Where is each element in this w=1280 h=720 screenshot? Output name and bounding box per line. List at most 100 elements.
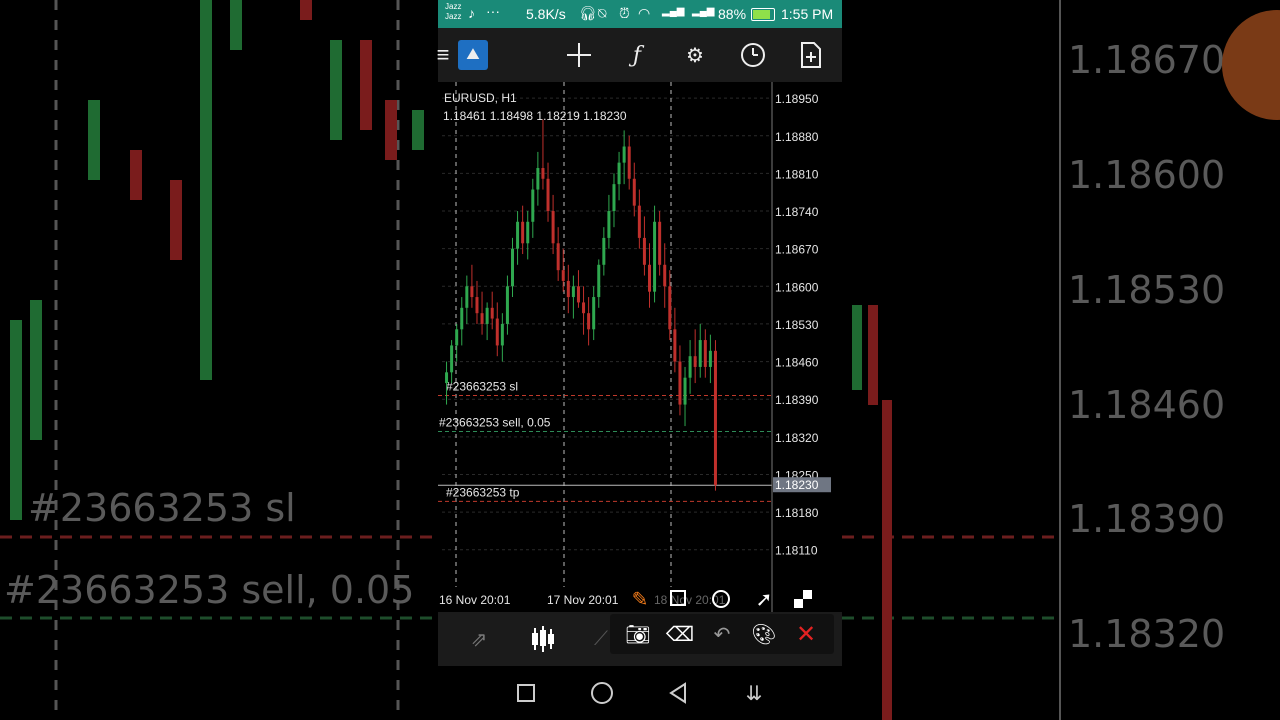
alarm-icon: ⏰︎ <box>619 5 630 21</box>
candle-body <box>648 264 651 292</box>
background-candle <box>200 0 212 380</box>
price-axis: 1.18950 1.18880 1.18810 1.18740 1.18670 1.186… <box>771 82 831 612</box>
signal-2g-icon: ▂▄▆ <box>692 6 715 17</box>
candle-body <box>703 340 707 367</box>
candle-body <box>531 189 535 222</box>
crosshair-icon[interactable] <box>562 38 596 72</box>
undo-icon[interactable]: ↶ <box>708 620 736 648</box>
pen-icon[interactable]: ✎ <box>628 586 652 612</box>
candle-body <box>495 318 499 346</box>
chart-canvas[interactable]: #23663253 sl #23663253 sell, 0.05 #2366325… <box>438 82 842 612</box>
phone-screen: Jazz Jazz ♪ ··· 5.8K/s 🎧︎ ⍉ ⏰︎ ◠ ▂▄▆ ▂▄▆… <box>437 0 842 720</box>
candle-body <box>460 307 464 330</box>
notification-pull-icon[interactable]: ⇊ <box>740 679 768 707</box>
battery-percent: 88% <box>718 6 747 22</box>
music-note-icon: ♪ <box>468 5 475 21</box>
background-sell-label: #23663253 sell, 0.05 <box>4 568 415 612</box>
candle-body <box>541 168 545 179</box>
candle-body <box>637 205 641 238</box>
candle-body <box>678 361 682 405</box>
candle-body <box>566 280 570 298</box>
mosaic-icon[interactable] <box>794 590 812 608</box>
candle-body <box>607 211 611 238</box>
headphones-icon: 🎧︎ <box>579 5 597 21</box>
palette-icon[interactable]: 🎨︎ <box>750 620 778 648</box>
candle-body <box>587 313 591 330</box>
candle-body <box>475 297 479 314</box>
close-icon[interactable]: ✕ <box>792 620 820 648</box>
price-tick: 1.18880 <box>775 130 819 144</box>
background-right-panel: 1.18670 1.18600 1.18530 1.18460 1.18390 … <box>842 0 1280 720</box>
current-price-label: 1.18230 <box>775 478 819 492</box>
background-candle <box>88 100 100 180</box>
background-candle <box>10 320 22 520</box>
candles <box>445 119 717 491</box>
price-tick: 1.18110 <box>775 544 818 558</box>
candle-body <box>668 286 672 330</box>
trade-level-label: #23663253 sell, 0.05 <box>439 415 551 429</box>
candlestick-type-icon[interactable] <box>528 624 558 654</box>
price-chart[interactable]: #23663253 sl #23663253 sell, 0.05 #2366325… <box>438 82 842 612</box>
candle-body <box>445 372 449 384</box>
trade-levels: #23663253 sl #23663253 sell, 0.05 #2366325… <box>438 379 772 502</box>
background-candle <box>360 40 372 130</box>
back-icon[interactable] <box>664 679 692 707</box>
candle-body <box>521 221 525 244</box>
background-candle <box>882 400 892 720</box>
time-tick: 16 Nov 20:01 <box>439 593 511 607</box>
candle-body <box>526 221 530 244</box>
price-tick: 1.18460 <box>775 356 819 370</box>
background-tick: 1.18390 <box>1068 497 1226 541</box>
candle-body <box>642 237 646 265</box>
background-tick: 1.18320 <box>1068 612 1226 656</box>
metatrader-logo-icon[interactable]: ⛰ <box>458 40 488 70</box>
drawing-actions-row: 📷︎ ⌫ ↶ 🎨︎ ✕ <box>610 614 834 654</box>
trade-icon[interactable]: ⇗ <box>464 624 494 654</box>
trade-level-label: #23663253 tp <box>446 485 520 499</box>
candle-body <box>571 286 575 298</box>
rectangle-icon[interactable] <box>670 590 686 606</box>
candle-body <box>480 313 484 324</box>
background-candle <box>852 305 862 390</box>
background-candle <box>230 0 242 50</box>
candle-body <box>622 146 626 163</box>
background-candle <box>868 305 878 405</box>
eraser-icon[interactable]: ⌫ <box>666 620 694 648</box>
home-icon[interactable] <box>588 679 616 707</box>
candle-body <box>551 211 555 244</box>
new-document-icon[interactable] <box>794 38 828 72</box>
candle-body <box>536 168 540 190</box>
chart-title: EURUSD, H1 <box>444 91 517 105</box>
candle-body <box>556 243 560 271</box>
clock-icon[interactable] <box>736 38 770 72</box>
candle-body <box>673 329 677 362</box>
arrow-icon[interactable]: ➚ <box>752 586 776 612</box>
candle-body <box>546 178 550 212</box>
candle-body <box>683 377 687 405</box>
status-bar: Jazz Jazz ♪ ··· 5.8K/s 🎧︎ ⍉ ⏰︎ ◠ ▂▄▆ ▂▄▆… <box>438 0 842 28</box>
candle-body <box>455 329 459 346</box>
background-candle <box>170 180 182 260</box>
recent-apps-icon[interactable] <box>512 679 540 707</box>
circle-icon[interactable] <box>712 590 730 608</box>
background-left-panel: #23663253 sl #23663253 sell, 0.05 <box>0 0 438 720</box>
vibrate-icon: ⍉ <box>598 5 607 21</box>
candle-body <box>663 264 667 287</box>
function-icon[interactable]: ƒ <box>620 38 654 72</box>
objects-icon[interactable]: ⚙ <box>678 38 712 72</box>
background-tick: 1.18600 <box>1068 153 1226 197</box>
hamburger-menu-icon[interactable]: ≡ <box>430 38 456 72</box>
carrier-2: Jazz <box>445 12 462 21</box>
ohlc-readout: 1.18461 1.18498 1.18219 1.18230 <box>443 109 627 123</box>
more-notifications: ··· <box>486 3 500 19</box>
price-tick: 1.18320 <box>775 431 819 445</box>
candle-body <box>576 286 580 303</box>
candle-body <box>693 356 697 367</box>
candle-body <box>465 286 469 308</box>
background-tick: 1.18460 <box>1068 383 1226 427</box>
clock-time: 1:55 PM <box>781 6 834 22</box>
camera-icon[interactable]: 📷︎ <box>624 620 652 648</box>
background-candle <box>300 0 312 20</box>
candle-body <box>632 178 636 206</box>
candle-body <box>470 286 474 298</box>
